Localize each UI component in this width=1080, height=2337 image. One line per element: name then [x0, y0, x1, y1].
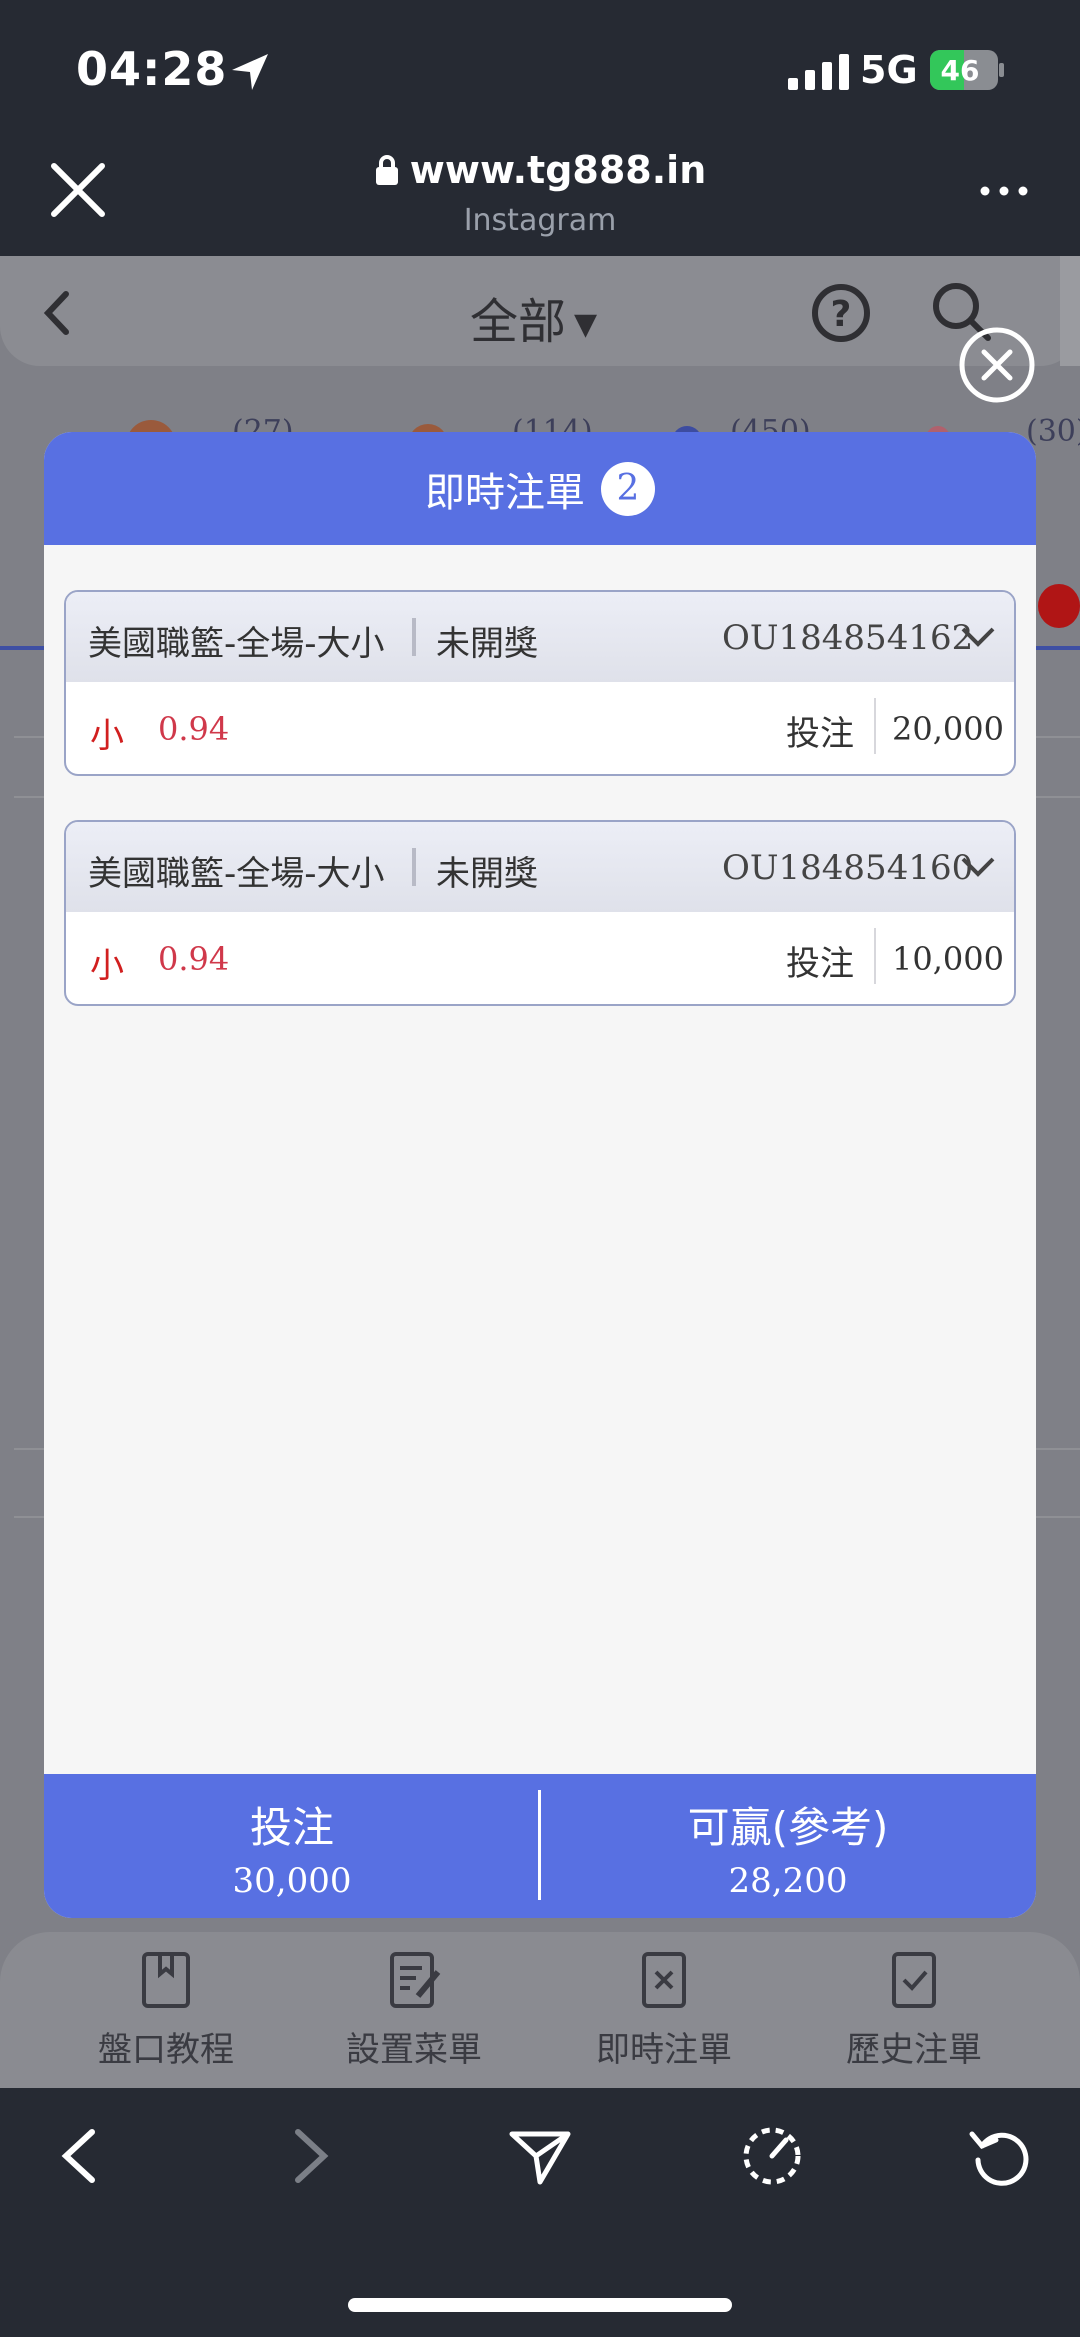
tab-label: 歷史注單: [846, 2030, 982, 2070]
tab-settings[interactable]: 設置菜單: [314, 1950, 514, 2071]
url-bar[interactable]: www.tg888.in: [0, 148, 1080, 192]
footer-win-total: 可贏(參考) 28,200: [540, 1774, 1036, 1918]
filter-dropdown[interactable]: 全部 ▼: [470, 282, 597, 352]
share-icon[interactable]: [508, 2124, 572, 2188]
bet-stake: 10,000: [892, 940, 1004, 978]
svg-text:?: ?: [831, 294, 852, 335]
bet-status: 未開獎: [436, 854, 538, 894]
page-edge: [1060, 256, 1080, 366]
help-icon[interactable]: ?: [810, 282, 872, 344]
more-icon[interactable]: [980, 186, 1028, 196]
separator: [874, 698, 876, 754]
footer-stake-value: 30,000: [232, 1861, 352, 1901]
network-type: 5G: [860, 48, 918, 92]
back-chevron-icon[interactable]: [40, 288, 74, 338]
bet-card: 美國職籃-全場-大小 未開獎 OU184854160 小 0.94 投注 10,…: [64, 820, 1016, 1006]
lock-icon: [375, 155, 398, 185]
separator: [874, 928, 876, 984]
bet-league: 美國職籃-全場-大小: [88, 624, 385, 664]
live-indicator: [1038, 584, 1080, 628]
bet-stake-label: 投注: [786, 944, 854, 984]
live-bets-modal: 即時注單 2 美國職籃-全場-大小 未開獎 OU184854162 小 0.94…: [44, 432, 1036, 1918]
speedometer-icon[interactable]: [740, 2124, 804, 2188]
modal-title-text: 即時注單: [425, 469, 585, 516]
chevron-down-icon[interactable]: [960, 856, 996, 878]
edit-icon: [390, 1952, 441, 2008]
tab-live-bets[interactable]: 即時注單: [564, 1950, 764, 2071]
status-time: 04:28: [76, 42, 228, 96]
forward-icon[interactable]: [286, 2124, 336, 2188]
bet-card-header[interactable]: 美國職籃-全場-大小 未開獎 OU184854160: [66, 822, 1014, 912]
back-icon[interactable]: [54, 2124, 104, 2188]
book-icon: [142, 1952, 190, 2008]
bet-card: 美國職籃-全場-大小 未開獎 OU184854162 小 0.94 投注 20,…: [64, 590, 1016, 776]
url-text: www.tg888.in: [409, 148, 707, 192]
ticket-check-icon: [892, 1952, 936, 2008]
bet-side: 小: [90, 716, 124, 756]
modal-close-icon[interactable]: [958, 326, 1036, 404]
separator: [412, 848, 416, 886]
location-arrow-icon: [232, 54, 268, 90]
ticket-x-icon: [642, 1952, 686, 2008]
bet-id: OU184854160: [722, 848, 974, 888]
reload-icon[interactable]: [968, 2124, 1032, 2188]
bet-status: 未開獎: [436, 624, 538, 664]
home-indicator: [348, 2298, 732, 2312]
tab-history[interactable]: 歷史注單: [814, 1950, 1014, 2071]
battery-icon: 46: [930, 50, 1004, 90]
bet-id: OU184854162: [722, 618, 974, 658]
url-subtitle: Instagram: [463, 203, 617, 238]
bet-odds: 0.94: [158, 940, 230, 978]
filter-label: 全部: [470, 294, 567, 350]
modal-footer: 投注 30,000 可贏(參考) 28,200: [44, 1774, 1036, 1918]
tab-label: 設置菜單: [346, 2030, 482, 2070]
bet-side: 小: [90, 946, 124, 986]
tab-label: 即時注單: [596, 2030, 732, 2070]
tab-label: 盤口教程: [98, 2030, 234, 2070]
footer-win-value: 28,200: [728, 1861, 848, 1901]
bet-count-badge: 2: [601, 461, 655, 516]
chevron-down-icon[interactable]: [960, 626, 996, 648]
caret-down-icon: ▼: [574, 307, 598, 342]
footer-win-label: 可贏(參考): [687, 1803, 889, 1852]
tab-guide[interactable]: 盤口教程: [66, 1950, 266, 2071]
separator: [412, 618, 416, 656]
footer-stake-label: 投注: [249, 1803, 334, 1852]
signal-icon: [788, 54, 849, 90]
bet-odds: 0.94: [158, 710, 230, 748]
bet-stake: 20,000: [892, 710, 1004, 748]
footer-stake-total: 投注 30,000: [44, 1774, 540, 1918]
modal-title: 即時注單 2: [44, 432, 1036, 545]
bet-league: 美國職籃-全場-大小: [88, 854, 385, 894]
bet-stake-label: 投注: [786, 714, 854, 754]
battery-level: 46: [941, 54, 980, 87]
bet-card-header[interactable]: 美國職籃-全場-大小 未開獎 OU184854162: [66, 592, 1014, 682]
